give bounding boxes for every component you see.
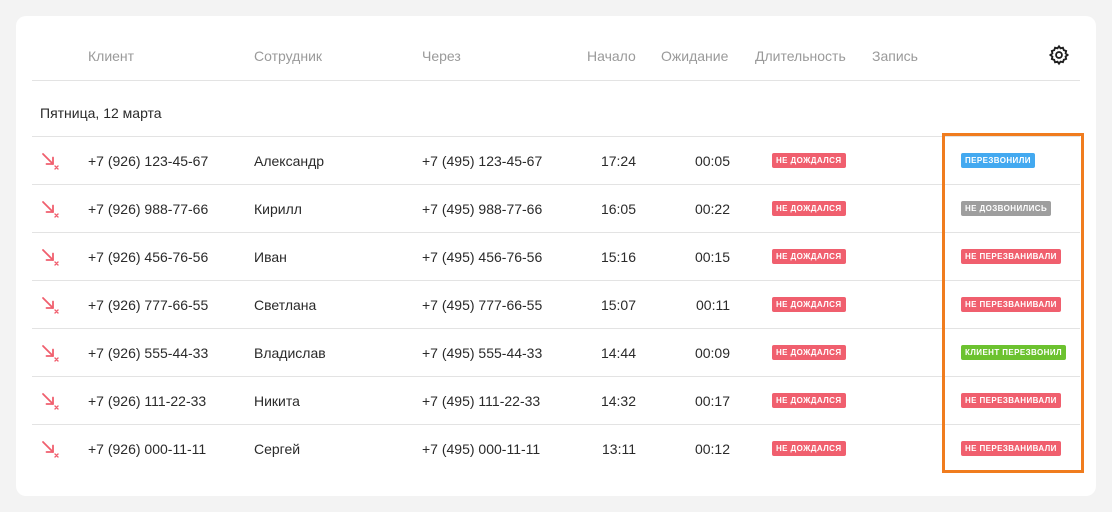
callback-status-badge: НЕ ПЕРЕЗВАНИВАЛИ	[961, 249, 1061, 264]
employee-name: Светлана	[254, 297, 317, 313]
via-phone: +7 (495) 555-44-33	[422, 345, 543, 361]
date-group-title: Пятница, 12 марта	[40, 105, 162, 121]
client-phone[interactable]: +7 (926) 000-11-11	[88, 441, 206, 457]
wait-time: 00:15	[694, 249, 730, 265]
client-phone[interactable]: +7 (926) 777-66-55	[88, 297, 208, 313]
via-phone: +7 (495) 000-11-11	[422, 441, 541, 457]
calls-card: Клиент Сотрудник Через Начало Ожидание Д…	[16, 16, 1096, 496]
start-time: 13:11	[602, 441, 636, 457]
client-phone[interactable]: +7 (926) 555-44-33	[88, 345, 208, 361]
callback-status-badge: КЛИЕНТ ПЕРЕЗВОНИЛ	[961, 345, 1066, 360]
client-phone[interactable]: +7 (926) 123-45-67	[88, 153, 208, 169]
missed-call-icon	[42, 249, 59, 266]
start-time: 17:24	[600, 153, 636, 169]
header-wait[interactable]: Ожидание	[661, 48, 728, 64]
header-start[interactable]: Начало	[587, 48, 636, 64]
missed-call-icon	[42, 345, 59, 362]
wait-time: 00:12	[694, 441, 730, 457]
callback-status-badge: НЕ ПЕРЕЗВАНИВАЛИ	[961, 393, 1061, 408]
via-phone: +7 (495) 111-22-33	[422, 393, 541, 409]
start-time: 15:16	[600, 249, 636, 265]
callback-status-badge: НЕ ПЕРЕЗВАНИВАЛИ	[961, 297, 1061, 312]
table-row[interactable]: +7 (926) 777-66-55 Светлана +7 (495) 777…	[32, 281, 1080, 329]
employee-name: Сергей	[254, 441, 301, 457]
via-phone: +7 (495) 456-76-56	[422, 249, 543, 265]
call-status-badge: НЕ ДОЖДАЛСЯ	[772, 345, 846, 360]
call-status-badge: НЕ ДОЖДАЛСЯ	[772, 441, 846, 456]
client-phone[interactable]: +7 (926) 456-76-56	[88, 249, 208, 265]
missed-call-icon	[42, 201, 59, 218]
missed-call-icon	[42, 441, 59, 458]
via-phone: +7 (495) 777-66-55	[422, 297, 543, 313]
call-status-badge: НЕ ДОЖДАЛСЯ	[772, 249, 846, 264]
client-phone[interactable]: +7 (926) 111-22-33	[88, 393, 206, 409]
table-row[interactable]: +7 (926) 456-76-56 Иван +7 (495) 456-76-…	[32, 233, 1080, 281]
employee-name: Никита	[254, 393, 300, 409]
wait-time: 00:17	[694, 393, 730, 409]
employee-name: Владислав	[254, 345, 326, 361]
header-duration[interactable]: Длительность	[755, 48, 846, 64]
table-row[interactable]: +7 (926) 555-44-33 Владислав +7 (495) 55…	[32, 329, 1080, 377]
start-time: 15:07	[600, 297, 636, 313]
callback-status-badge: НЕ ДОЗВОНИЛИСЬ	[961, 201, 1052, 216]
callback-status-badge: ПЕРЕЗВОНИЛИ	[961, 153, 1035, 168]
calls-list: +7 (926) 123-45-67 Александр +7 (495) 12…	[32, 137, 1080, 473]
wait-time: 00:05	[694, 153, 730, 169]
wait-time: 00:11	[696, 297, 730, 313]
start-time: 16:05	[600, 201, 636, 217]
header-via[interactable]: Через	[422, 48, 461, 64]
table-row[interactable]: +7 (926) 111-22-33 Никита +7 (495) 111-2…	[32, 377, 1080, 425]
date-group-row: Пятница, 12 марта	[32, 81, 1080, 137]
call-status-badge: НЕ ДОЖДАЛСЯ	[772, 201, 846, 216]
call-status-badge: НЕ ДОЖДАЛСЯ	[772, 153, 846, 168]
missed-call-icon	[42, 297, 59, 314]
start-time: 14:32	[600, 393, 636, 409]
employee-name: Иван	[254, 249, 287, 265]
employee-name: Кирилл	[254, 201, 302, 217]
wait-time: 00:22	[694, 201, 730, 217]
client-phone[interactable]: +7 (926) 988-77-66	[88, 201, 208, 217]
employee-name: Александр	[254, 153, 325, 169]
missed-call-icon	[42, 153, 59, 170]
header-employee[interactable]: Сотрудник	[254, 48, 322, 64]
table-header: Клиент Сотрудник Через Начало Ожидание Д…	[32, 16, 1080, 81]
call-status-badge: НЕ ДОЖДАЛСЯ	[772, 297, 846, 312]
missed-call-icon	[42, 393, 59, 410]
gear-icon[interactable]	[1048, 44, 1070, 66]
header-record[interactable]: Запись	[872, 48, 918, 64]
table-row[interactable]: +7 (926) 123-45-67 Александр +7 (495) 12…	[32, 137, 1080, 185]
callback-status-badge: НЕ ПЕРЕЗВАНИВАЛИ	[961, 441, 1061, 456]
wait-time: 00:09	[694, 345, 730, 361]
table-row[interactable]: +7 (926) 988-77-66 Кирилл +7 (495) 988-7…	[32, 185, 1080, 233]
header-client[interactable]: Клиент	[88, 48, 134, 64]
via-phone: +7 (495) 988-77-66	[422, 201, 543, 217]
call-status-badge: НЕ ДОЖДАЛСЯ	[772, 393, 846, 408]
start-time: 14:44	[600, 345, 636, 361]
table-row[interactable]: +7 (926) 000-11-11 Сергей +7 (495) 000-1…	[32, 425, 1080, 473]
via-phone: +7 (495) 123-45-67	[422, 153, 543, 169]
